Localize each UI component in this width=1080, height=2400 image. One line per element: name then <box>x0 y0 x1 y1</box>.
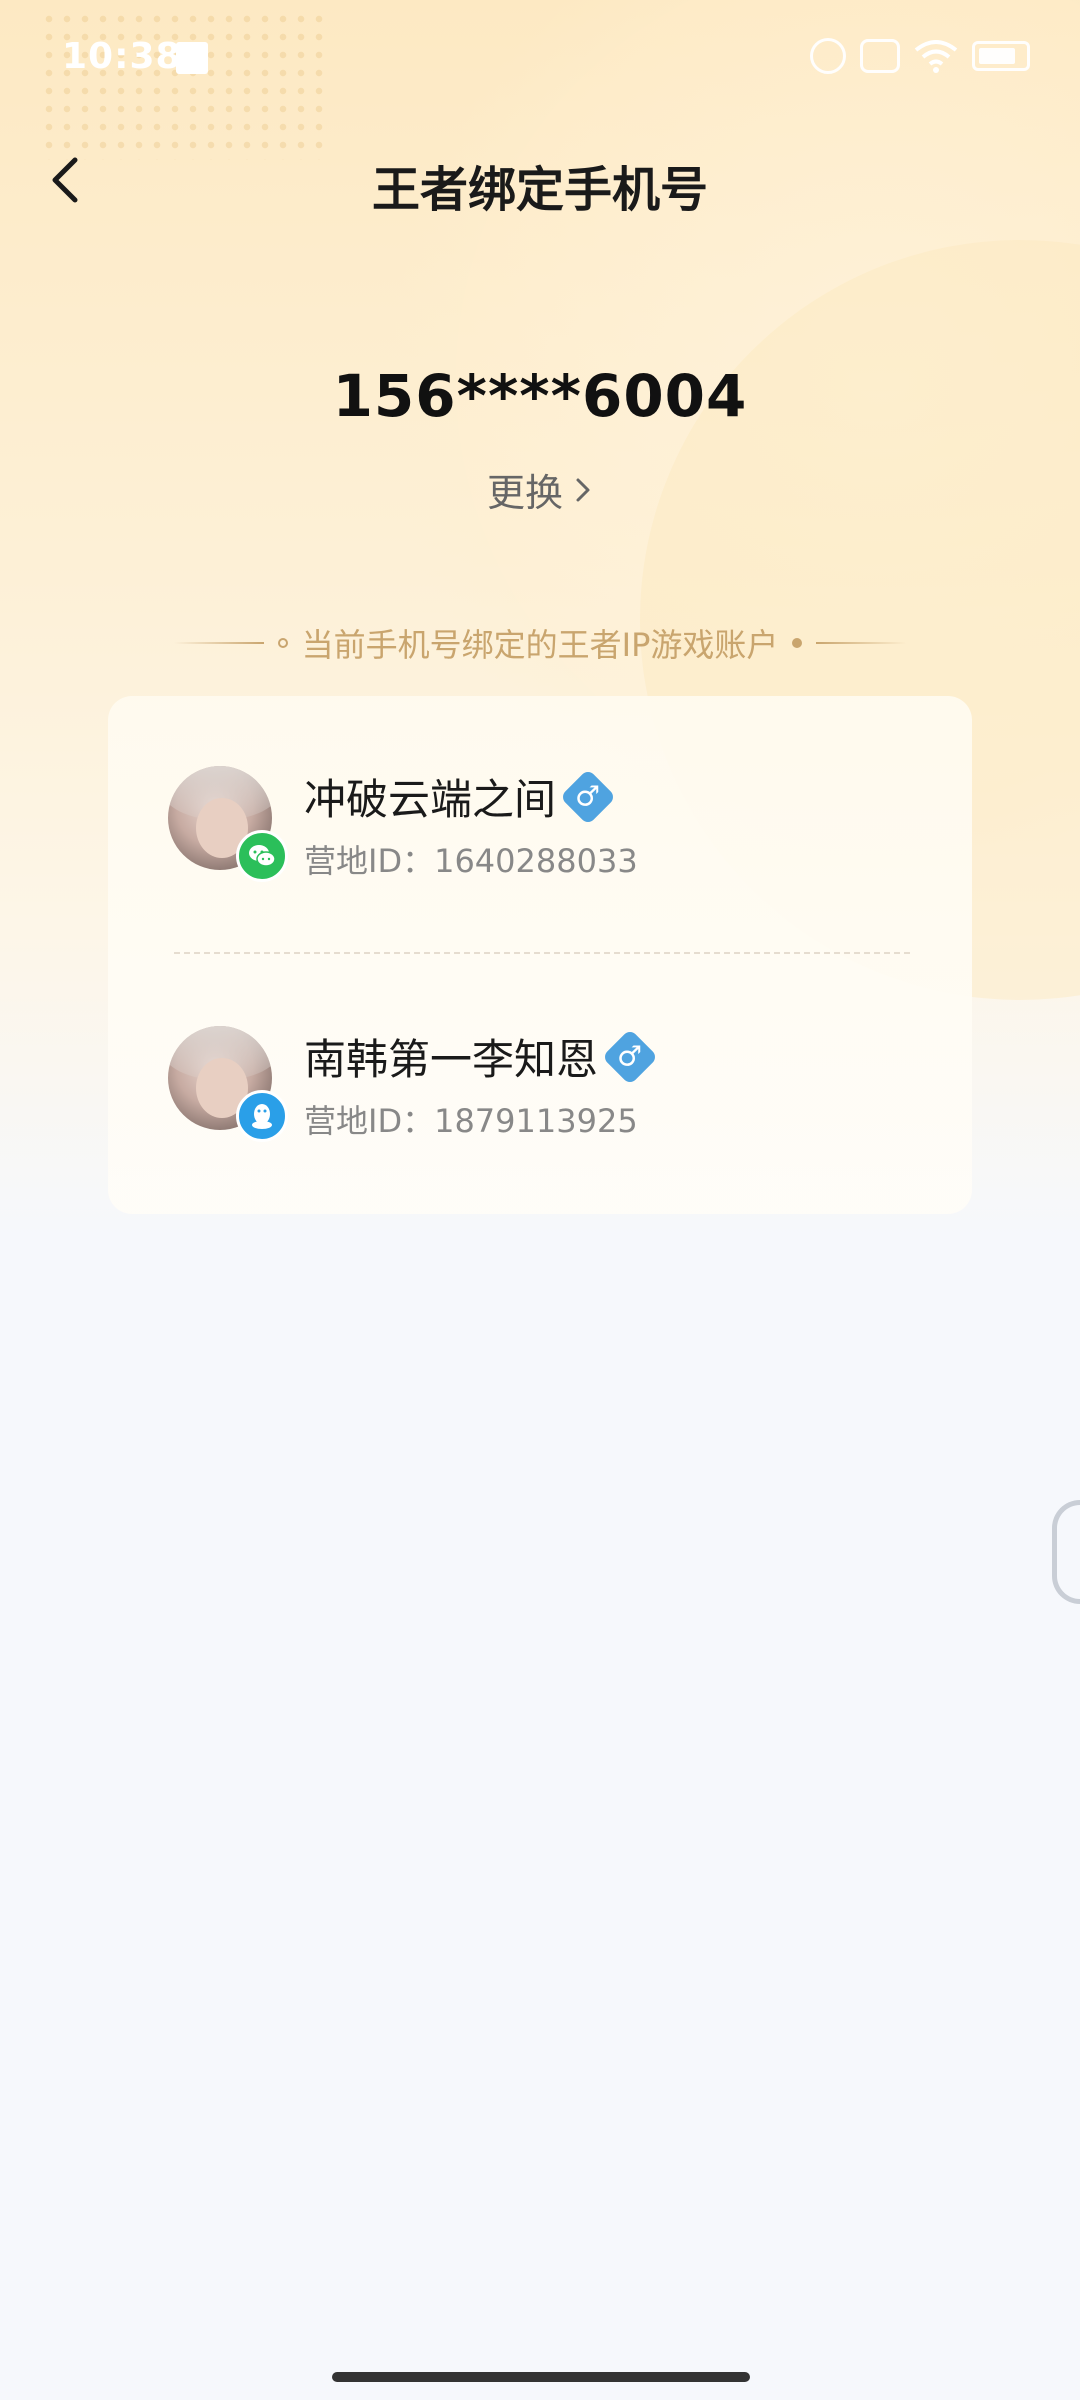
sim-icon <box>860 39 900 73</box>
qq-icon <box>236 1090 288 1142</box>
page-title: 王者绑定手机号 <box>371 162 708 218</box>
status-time: 10:38 <box>62 36 182 77</box>
divider-dot <box>277 638 288 648</box>
account-name: 冲破云端之间 ♂ <box>304 766 617 827</box>
account-item[interactable]: 南韩第一李知恩 ♂ 营地ID：1879113925 <box>108 1026 972 1186</box>
status-bar: 10:38 <box>0 0 1080 120</box>
wifi-icon <box>914 40 958 73</box>
section-title: 当前手机号绑定的王者IP游戏账户 <box>301 626 779 664</box>
account-item[interactable]: 冲破云端之间 ♂ 营地ID：1640288033 <box>108 766 972 926</box>
chevron-right-icon <box>576 478 590 501</box>
home-indicator[interactable] <box>332 2372 750 2382</box>
section-header: 当前手机号绑定的王者IP游戏账户 <box>0 620 1080 666</box>
bound-phone-number: 156****6004 <box>332 362 748 430</box>
male-gender-icon: ♂ <box>559 768 617 825</box>
camp-id: 营地ID：1879113925 <box>304 1102 638 1140</box>
camp-id: 营地ID：1640288033 <box>304 842 638 880</box>
male-gender-icon: ♂ <box>601 1028 659 1085</box>
account-name-text: 南韩第一李知恩 <box>304 1035 599 1084</box>
change-phone-button[interactable]: 更换 <box>0 462 1080 517</box>
dashed-divider <box>174 952 910 954</box>
side-drawer-handle[interactable] <box>1052 1500 1080 1604</box>
account-name: 南韩第一李知恩 ♂ <box>304 1026 659 1087</box>
change-label: 更换 <box>486 471 563 515</box>
status-icons <box>810 38 1030 74</box>
divider-dot <box>792 638 803 648</box>
battery-icon <box>972 41 1030 71</box>
divider-line <box>173 642 264 644</box>
divider-line <box>816 642 907 644</box>
gender-symbol: ♂ <box>617 1039 643 1073</box>
notification-icon <box>176 42 208 74</box>
account-name-text: 冲破云端之间 <box>304 775 557 824</box>
accounts-card: 冲破云端之间 ♂ 营地ID：1640288033 南韩第一李知恩 ♂ 营地ID：… <box>108 696 972 1214</box>
wechat-icon <box>236 830 288 882</box>
nfc-icon <box>810 38 846 74</box>
gender-symbol: ♂ <box>575 779 601 813</box>
